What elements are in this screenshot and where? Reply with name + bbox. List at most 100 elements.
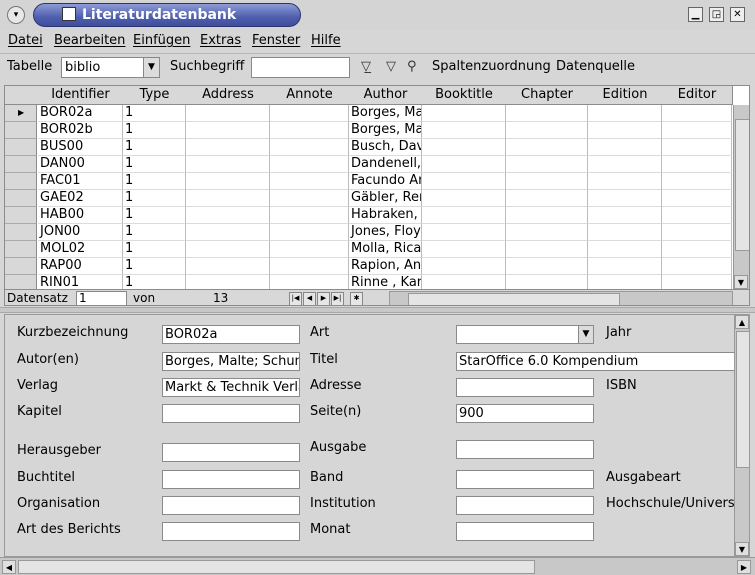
titel-field[interactable]: StarOffice 6.0 Kompendium — [456, 352, 735, 371]
table-cell[interactable]: Jones, Floy — [349, 224, 422, 241]
table-cell[interactable]: 1 — [123, 156, 186, 173]
table-cell[interactable] — [422, 122, 506, 139]
record-number-input[interactable]: 1 — [76, 291, 127, 305]
last-record-icon[interactable]: ▶| — [331, 292, 344, 305]
column-header-chapter[interactable]: Chapter — [506, 86, 589, 105]
table-cell[interactable] — [270, 156, 349, 173]
row-selector[interactable] — [5, 190, 37, 207]
column-header-booktitle[interactable]: Booktitle — [422, 86, 507, 105]
table-cell[interactable]: FAC01 — [38, 173, 123, 190]
column-header-identifier[interactable]: Identifier — [38, 86, 124, 105]
column-header-editor[interactable]: Editor — [662, 86, 733, 105]
organisation-field[interactable] — [162, 496, 300, 515]
form-horizontal-scrollbar[interactable]: ◀ ▶ — [0, 557, 755, 575]
table-cell[interactable] — [270, 241, 349, 258]
table-cell[interactable] — [506, 105, 588, 122]
form-horizontal-scroll-thumb[interactable] — [18, 560, 535, 574]
table-cell[interactable] — [588, 224, 662, 241]
table-cell[interactable] — [270, 105, 349, 122]
table-cell[interactable] — [506, 241, 588, 258]
table-cell[interactable]: Gäbler, Rer — [349, 190, 422, 207]
table-cell[interactable]: MOL02 — [38, 241, 123, 258]
form-scroll-left-arrow[interactable]: ◀ — [2, 560, 16, 574]
table-cell[interactable] — [506, 207, 588, 224]
menu-hilfe[interactable]: Hilfe — [311, 33, 341, 48]
table-cell[interactable] — [270, 258, 349, 275]
table-cell[interactable] — [506, 190, 588, 207]
table-cell[interactable]: Rapion, An — [349, 258, 422, 275]
table-cell[interactable]: Busch, Dav — [349, 139, 422, 156]
table-cell[interactable] — [422, 224, 506, 241]
table-cell[interactable]: 1 — [123, 105, 186, 122]
table-cell[interactable]: Molla, Ricar — [349, 241, 422, 258]
row-selector[interactable] — [5, 122, 37, 139]
table-cell[interactable]: GAE02 — [38, 190, 123, 207]
chevron-down-icon[interactable]: ▼ — [578, 326, 593, 343]
table-cell[interactable] — [422, 156, 506, 173]
filter-icon[interactable]: ▽ — [386, 59, 396, 74]
table-cell[interactable] — [186, 224, 270, 241]
table-cell[interactable] — [662, 156, 732, 173]
column-header-author[interactable]: Author — [349, 86, 423, 105]
table-cell[interactable] — [422, 190, 506, 207]
table-cell[interactable] — [506, 156, 588, 173]
table-cell[interactable]: 1 — [123, 190, 186, 207]
previous-record-icon[interactable]: ◀ — [303, 292, 316, 305]
herausgeber-field[interactable] — [162, 443, 300, 462]
table-cell[interactable] — [588, 173, 662, 190]
column-assign-button[interactable]: Spaltenzuordnung — [432, 59, 551, 74]
row-selector[interactable] — [5, 207, 37, 224]
table-cell[interactable] — [186, 241, 270, 258]
seiten-field[interactable]: 900 — [456, 404, 594, 423]
table-cell[interactable] — [422, 173, 506, 190]
table-cell[interactable]: Borges, Ma — [349, 122, 422, 139]
table-cell[interactable] — [270, 139, 349, 156]
table-cell[interactable] — [506, 173, 588, 190]
column-header-type[interactable]: Type — [123, 86, 187, 105]
kapitel-field[interactable] — [162, 404, 300, 423]
table-cell[interactable] — [588, 156, 662, 173]
table-cell[interactable]: 1 — [123, 224, 186, 241]
first-record-icon[interactable]: |◀ — [289, 292, 302, 305]
table-cell[interactable] — [422, 139, 506, 156]
table-cell[interactable] — [506, 139, 588, 156]
next-record-icon[interactable]: ▶ — [317, 292, 330, 305]
table-cell[interactable]: BOR02b — [38, 122, 123, 139]
table-cell[interactable]: HAB00 — [38, 207, 123, 224]
table-cell[interactable] — [422, 258, 506, 275]
table-cell[interactable] — [270, 224, 349, 241]
grid-scroll-down-arrow[interactable]: ▼ — [734, 275, 748, 289]
institution-field[interactable] — [456, 496, 594, 515]
adresse-field[interactable] — [456, 378, 594, 397]
column-header-address[interactable]: Address — [186, 86, 271, 105]
table-cell[interactable] — [506, 258, 588, 275]
new-record-icon[interactable]: ✱ — [350, 292, 363, 305]
ausgabe-field[interactable] — [456, 440, 594, 459]
table-cell[interactable] — [588, 139, 662, 156]
table-cell[interactable] — [270, 122, 349, 139]
form-scroll-down-arrow[interactable]: ▼ — [735, 542, 749, 556]
data-grid[interactable]: Identifier Type Address Annote Author Booktit… — [4, 85, 750, 306]
table-cell[interactable] — [662, 122, 732, 139]
grid-vertical-scroll-thumb[interactable] — [735, 119, 749, 251]
table-cell[interactable]: BOR02a — [38, 105, 123, 122]
grid-horizontal-scrollbar[interactable] — [389, 291, 733, 305]
row-selector[interactable] — [5, 224, 37, 241]
table-cell[interactable]: 1 — [123, 122, 186, 139]
grid-vertical-scrollbar[interactable] — [733, 105, 749, 289]
art-des-berichts-field[interactable] — [162, 522, 300, 541]
autoren-field[interactable]: Borges, Malte; Schum — [162, 352, 300, 371]
table-cell[interactable]: RAP00 — [38, 258, 123, 275]
row-selector[interactable] — [5, 258, 37, 275]
menu-bearbeiten[interactable]: Bearbeiten — [54, 33, 125, 48]
table-cell[interactable]: Dandenell, — [349, 156, 422, 173]
table-cell[interactable]: Borges, Ma — [349, 105, 422, 122]
table-cell[interactable] — [186, 122, 270, 139]
table-cell[interactable]: JON00 — [38, 224, 123, 241]
table-cell[interactable] — [588, 207, 662, 224]
art-select[interactable]: ▼ — [456, 325, 594, 344]
table-cell[interactable]: 1 — [123, 241, 186, 258]
table-cell[interactable] — [506, 224, 588, 241]
row-selector[interactable] — [5, 173, 37, 190]
row-selector[interactable] — [5, 156, 37, 173]
